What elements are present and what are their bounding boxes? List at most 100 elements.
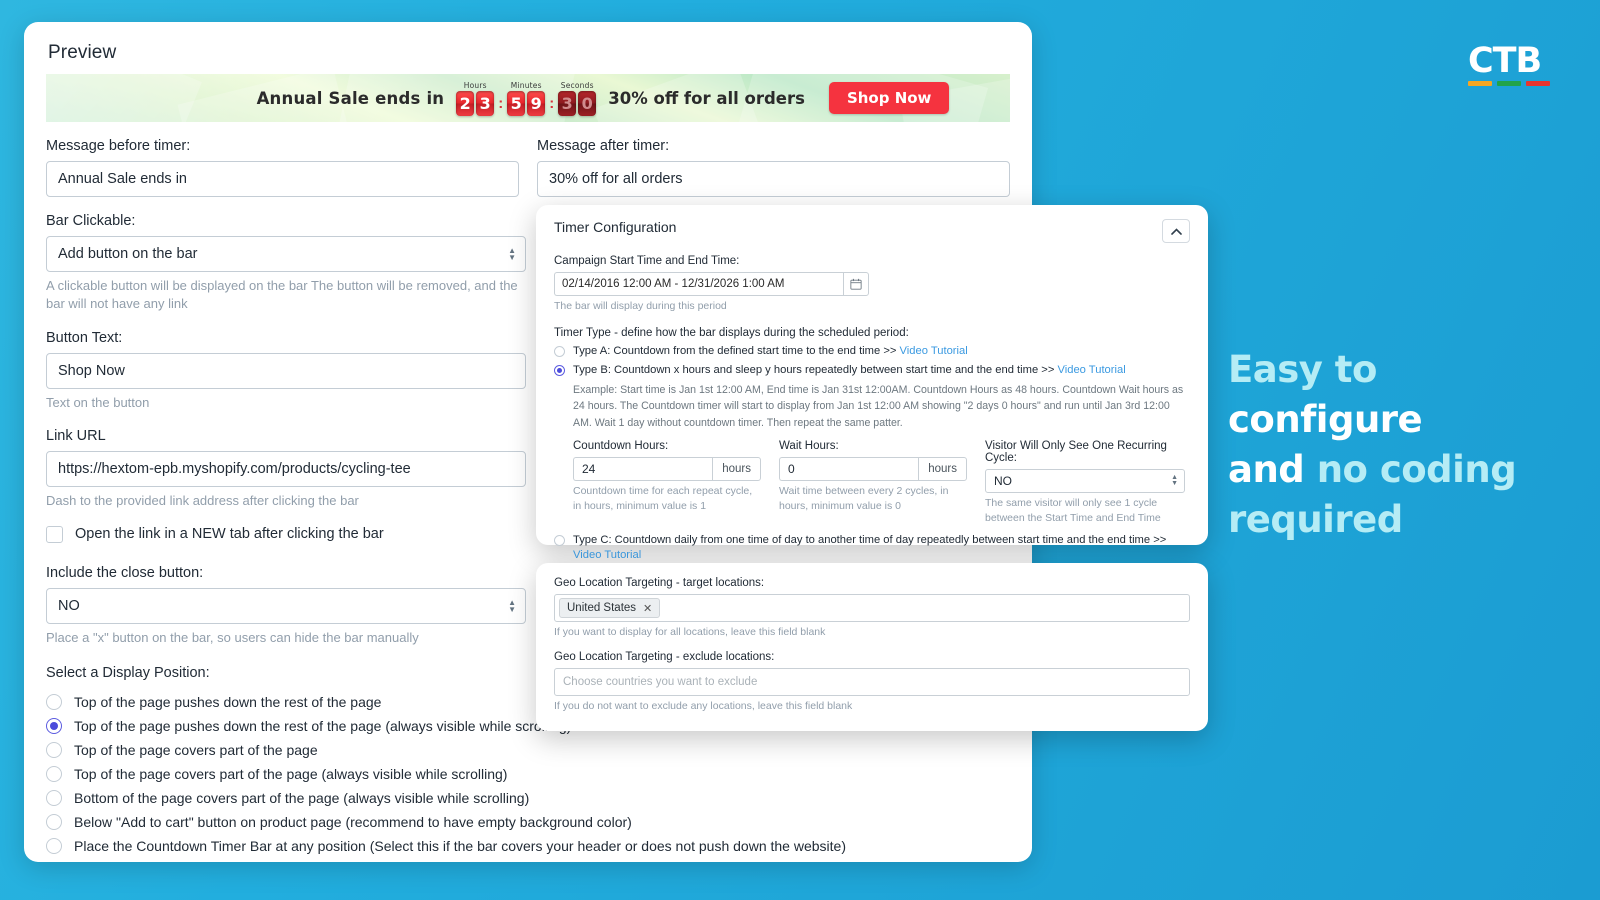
radio-icon-selected[interactable]: [554, 365, 565, 377]
shop-now-button[interactable]: Shop Now: [828, 82, 950, 114]
clock-separator: :: [498, 94, 504, 112]
timer-type-option-b[interactable]: Type B: Countdown x hours and sleep y ho…: [554, 363, 1190, 378]
video-tutorial-link-c[interactable]: Video Tutorial: [573, 549, 641, 561]
display-position-option-label: Top of the page covers part of the page …: [74, 765, 508, 782]
clock-digit: 2: [456, 90, 475, 116]
radio-icon[interactable]: [46, 741, 62, 758]
link-url-input[interactable]: [46, 451, 526, 488]
geo-target-tag[interactable]: United States ✕: [559, 598, 661, 618]
button-text-group: Button Text: Text on the button: [46, 330, 526, 412]
geo-target-input[interactable]: United States ✕: [554, 594, 1190, 622]
chevron-updown-icon: ▲ ▼: [1171, 474, 1178, 488]
logo-color-bars: [1468, 81, 1550, 86]
link-url-help: Dash to the provided link address after …: [46, 493, 359, 509]
link-prefix: >>: [1153, 534, 1167, 547]
clock-digit: 3: [558, 90, 577, 116]
wait-hours-suffix: hours: [918, 457, 967, 482]
display-position-option-5[interactable]: Below "Add to cart" button on product pa…: [46, 810, 1010, 833]
link-prefix: >>: [883, 344, 897, 357]
bar-message-before: Annual Sale ends in: [256, 88, 445, 108]
bar-clickable-select[interactable]: Add button on the bar: [46, 236, 526, 272]
clock-separator: :: [549, 94, 555, 112]
geo-target-tag-label: United States: [567, 602, 637, 614]
message-before-input[interactable]: [46, 161, 519, 197]
logo-bar-red: [1526, 81, 1550, 86]
radio-icon-selected[interactable]: [46, 717, 62, 734]
radio-icon[interactable]: [46, 693, 62, 710]
tagline-line-4: required: [1228, 495, 1558, 545]
message-after-input[interactable]: [537, 161, 1010, 197]
wait-hours-input[interactable]: 0: [779, 457, 919, 482]
bar-clickable-help: A clickable button will be displayed on …: [46, 278, 518, 312]
message-before-group: Message before timer:: [46, 138, 519, 197]
display-position-option-6[interactable]: Place the Countdown Timer Bar at any pos…: [46, 834, 1010, 857]
close-button-select[interactable]: NO: [46, 587, 526, 624]
timer-panel-header: Timer Configuration: [554, 219, 1190, 243]
wait-hours-field[interactable]: 0 hours: [779, 457, 967, 482]
countdown-hours-suffix: hours: [712, 457, 761, 482]
close-button-select-wrap[interactable]: NO ▲ ▼: [46, 587, 526, 624]
clock-unit-label: Hours: [463, 80, 487, 90]
display-position-option-3[interactable]: Top of the page covers part of the page …: [46, 762, 1010, 785]
display-position-option-label: Top of the page covers part of the page: [74, 741, 318, 758]
wait-hours-label: Wait Hours:: [779, 440, 839, 453]
ctb-logo: CTB: [1468, 44, 1550, 86]
bar-clickable-label: Bar Clickable:: [46, 213, 136, 229]
display-position-option-label: Place the Countdown Timer Bar at any pos…: [74, 837, 846, 854]
campaign-time-group: Campaign Start Time and End Time: 02/14/…: [554, 255, 1190, 314]
button-text-help: Text on the button: [46, 394, 150, 410]
campaign-date-range[interactable]: 02/14/2016 12:00 AM - 12/31/2026 1:00 AM: [554, 272, 869, 296]
campaign-time-label: Campaign Start Time and End Time:: [554, 255, 740, 267]
geo-exclude-help: If you do not want to exclude any locati…: [554, 699, 853, 712]
close-icon[interactable]: ✕: [643, 602, 652, 615]
radio-icon[interactable]: [46, 789, 62, 806]
new-tab-label: Open the link in a NEW tab after clickin…: [75, 526, 384, 543]
tagline-line-3: and no coding: [1228, 445, 1558, 495]
radio-icon[interactable]: [554, 345, 565, 357]
calendar-icon[interactable]: [843, 272, 869, 296]
close-button-help: Place a "x" button on the bar, so users …: [46, 629, 419, 645]
countdown-clock: Hours 2 3 : Minutes 5 9 : Seconds 3 0: [456, 80, 597, 116]
new-tab-checkbox[interactable]: [46, 525, 63, 543]
timer-type-option-a[interactable]: Type A: Countdown from the defined start…: [554, 344, 1190, 359]
message-after-group: Message after timer:: [537, 138, 1010, 197]
campaign-date-input[interactable]: 02/14/2016 12:00 AM - 12/31/2026 1:00 AM: [554, 272, 843, 296]
countdown-hours-field[interactable]: 24 hours: [573, 457, 761, 482]
countdown-bar-preview: Annual Sale ends in Hours 2 3 : Minutes …: [46, 74, 1010, 122]
clock-unit-label: Seconds: [560, 80, 594, 90]
bar-clickable-select-wrap[interactable]: Add button on the bar ▲ ▼: [46, 236, 526, 272]
geo-exclude-group: Geo Location Targeting - exclude locatio…: [554, 651, 1190, 714]
button-text-input[interactable]: [46, 352, 526, 389]
recurring-cycle-select-wrap[interactable]: NO ▲ ▼: [985, 469, 1185, 494]
clock-unit-minutes: Minutes 5 9: [507, 81, 546, 116]
tagline-text-required: required: [1228, 498, 1403, 541]
logo-text: CTB: [1468, 41, 1542, 81]
chevron-up-icon[interactable]: [1162, 219, 1190, 243]
geo-exclude-input[interactable]: Choose countries you want to exclude: [554, 667, 1190, 696]
link-prefix: >>: [1041, 364, 1055, 377]
button-text-label: Button Text:: [46, 329, 123, 346]
logo-bar-green: [1497, 81, 1521, 86]
timer-type-option-c[interactable]: Type C: Countdown daily from one time of…: [554, 533, 1190, 562]
clock-digits: 2 3: [456, 90, 495, 116]
display-position-option-2[interactable]: Top of the page covers part of the page: [46, 738, 1010, 761]
recurring-cycle-help: The same visitor will only see 1 cycle b…: [985, 497, 1161, 524]
chevron-updown-icon: ▲ ▼: [508, 597, 516, 614]
video-tutorial-link-b[interactable]: Video Tutorial: [1057, 364, 1125, 376]
display-position-option-4[interactable]: Bottom of the page covers part of the pa…: [46, 786, 1010, 809]
display-position-option-label: Top of the page pushes down the rest of …: [74, 693, 382, 710]
recurring-cycle-label: Visitor Will Only See One Recurring Cycl…: [985, 440, 1167, 465]
recurring-cycle-select[interactable]: NO: [985, 469, 1185, 494]
video-tutorial-link-a[interactable]: Video Tutorial: [900, 345, 968, 357]
radio-icon[interactable]: [46, 813, 62, 830]
radio-icon[interactable]: [46, 765, 62, 782]
radio-icon[interactable]: [46, 837, 62, 854]
display-position-option-label: Top of the page pushes down the rest of …: [74, 717, 572, 734]
timer-type-c-text: Type C: Countdown daily from one time of…: [573, 534, 1151, 547]
timer-configuration-panel: Timer Configuration Campaign Start Time …: [536, 205, 1208, 581]
countdown-hours-input[interactable]: 24: [573, 457, 713, 482]
tagline: Easy to configure and no coding required: [1228, 345, 1558, 545]
display-position-option-label: Bottom of the page covers part of the pa…: [74, 789, 530, 806]
tagline-line-2: configure: [1228, 395, 1558, 445]
radio-icon[interactable]: [554, 535, 565, 547]
